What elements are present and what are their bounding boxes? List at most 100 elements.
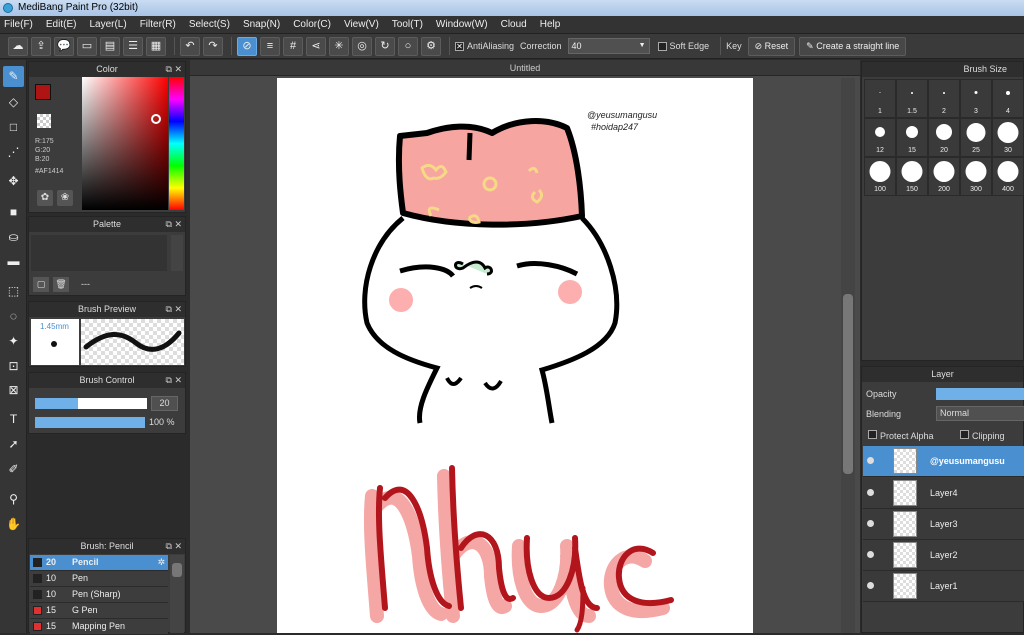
eye-icon[interactable] xyxy=(867,489,874,496)
eye-icon[interactable] xyxy=(867,582,874,589)
divide-tool-icon[interactable]: ✐ xyxy=(3,459,24,480)
brush-size-slider[interactable] xyxy=(35,398,147,409)
protect-alpha-option[interactable]: Protect Alpha xyxy=(868,430,934,441)
brush-item[interactable]: 20 Pencil ✲ xyxy=(30,555,168,571)
shape-tool-icon[interactable]: □ xyxy=(3,117,24,138)
snap-curve-icon[interactable]: ↻ xyxy=(375,36,395,56)
hand-tool-icon[interactable]: ✋ xyxy=(3,514,24,535)
brush-size-cell[interactable]: 2 xyxy=(928,79,960,118)
brush-size-cell[interactable]: 4 xyxy=(992,79,1024,118)
eye-icon[interactable] xyxy=(867,520,874,527)
snap-circle-icon[interactable]: ◎ xyxy=(352,36,372,56)
comment-icon[interactable]: 💬 xyxy=(54,36,74,56)
eyedropper-tool-icon[interactable]: ⚲ xyxy=(3,489,24,510)
gear-icon[interactable]: ✲ xyxy=(157,555,165,570)
menu-file[interactable]: File(F) xyxy=(4,19,33,30)
clipping-checkbox[interactable] xyxy=(960,430,969,439)
snap-ellipse-icon[interactable]: ○ xyxy=(398,36,418,56)
move-tool-icon[interactable]: ✥ xyxy=(3,171,24,192)
magic-wand-tool-icon[interactable]: ✦ xyxy=(3,331,24,352)
menu-cloud[interactable]: Cloud xyxy=(501,19,527,30)
panel-close-icon[interactable]: ⧉ ✕ xyxy=(166,62,182,77)
brush-size-cell[interactable]: 1 xyxy=(864,79,896,118)
palette-scrollbar[interactable] xyxy=(171,235,183,271)
menu-tool[interactable]: Tool(T) xyxy=(392,19,423,30)
snap-radial-icon[interactable]: ✳ xyxy=(329,36,349,56)
brush-size-cell[interactable]: 300 xyxy=(960,157,992,196)
color-wheel-icon[interactable]: ✿ xyxy=(37,190,53,206)
document-icon[interactable]: ▤ xyxy=(100,36,120,56)
select-pen-tool-icon[interactable]: ⊡ xyxy=(3,356,24,377)
brush-size-cell[interactable]: 100 xyxy=(864,157,896,196)
gradient-tool-icon[interactable]: ▬ xyxy=(3,251,24,272)
layer-row[interactable]: Layer4 xyxy=(863,478,1024,509)
brush-size-cell[interactable]: 12 xyxy=(864,118,896,157)
menu-select[interactable]: Select(S) xyxy=(189,19,230,30)
brush-item[interactable]: 10 Pen xyxy=(30,571,168,587)
panel-close-icon[interactable]: ⧉ ✕ xyxy=(166,217,182,232)
panel-close-icon[interactable]: ⧉ ✕ xyxy=(166,302,182,317)
brush-size-cell[interactable]: 200 xyxy=(928,157,960,196)
menu-layer[interactable]: Layer(L) xyxy=(89,19,126,30)
list-icon[interactable]: ☰ xyxy=(123,36,143,56)
snap-grid-icon[interactable]: # xyxy=(283,36,303,56)
hue-slider[interactable] xyxy=(169,77,184,210)
brush-list-scrollbar[interactable] xyxy=(170,555,184,633)
operation-tool-icon[interactable]: ➚ xyxy=(3,434,24,455)
layer-opacity-slider[interactable] xyxy=(936,388,1024,400)
layer-row[interactable]: Layer3 xyxy=(863,509,1024,540)
layer-row[interactable]: @yeusumangusu xyxy=(863,446,1024,477)
dot-tool-icon[interactable]: ⋰ xyxy=(3,142,24,163)
trash-icon[interactable]: 🗑 xyxy=(53,277,69,292)
snap-settings-icon[interactable]: ⚙ xyxy=(421,36,441,56)
brush-tool-icon[interactable]: ✎ xyxy=(3,66,24,87)
chat-icon[interactable]: ▭ xyxy=(77,36,97,56)
eraser-tool-icon[interactable]: ◇ xyxy=(3,92,24,113)
palette-mode-icon[interactable]: ❀ xyxy=(57,190,73,206)
straight-line-button[interactable]: ✎ Create a straight line xyxy=(799,36,907,56)
document-tab[interactable]: Untitled xyxy=(190,60,860,76)
blending-select[interactable]: Normal xyxy=(936,406,1024,421)
brush-size-cell[interactable]: 1.5 xyxy=(896,79,928,118)
antialiasing-checkbox[interactable]: ✕ xyxy=(455,41,464,51)
menu-help[interactable]: Help xyxy=(540,19,561,30)
protect-alpha-checkbox[interactable] xyxy=(868,430,877,439)
lasso-tool-icon[interactable]: ◌ xyxy=(3,306,24,327)
brush-size-cell[interactable]: 150 xyxy=(896,157,928,196)
brush-size-cell[interactable]: 30 xyxy=(992,118,1024,157)
redo-icon[interactable]: ↷ xyxy=(203,36,223,56)
brush-opacity-slider[interactable] xyxy=(35,417,145,428)
brush-size-cell[interactable]: 25 xyxy=(960,118,992,157)
menu-window[interactable]: Window(W) xyxy=(436,19,488,30)
menu-snap[interactable]: Snap(N) xyxy=(243,19,280,30)
bucket-tool-icon[interactable]: ⛀ xyxy=(3,227,24,248)
fill-rect-tool-icon[interactable]: ■ xyxy=(3,202,24,223)
brush-size-value[interactable]: 20 xyxy=(151,396,178,411)
brush-size-cell[interactable]: 15 xyxy=(896,118,928,157)
reset-button[interactable]: ⊘ Reset xyxy=(747,36,796,56)
menu-filter[interactable]: Filter(R) xyxy=(140,19,176,30)
snap-parallel-icon[interactable]: ≡ xyxy=(260,36,280,56)
menu-edit[interactable]: Edit(E) xyxy=(46,19,77,30)
text-tool-icon[interactable]: T xyxy=(3,409,24,430)
eye-icon[interactable] xyxy=(867,457,874,464)
menu-color[interactable]: Color(C) xyxy=(293,19,331,30)
brush-size-cell[interactable]: 3 xyxy=(960,79,992,118)
menu-view[interactable]: View(V) xyxy=(344,19,379,30)
select-rect-tool-icon[interactable]: ⬚ xyxy=(3,281,24,302)
undo-icon[interactable]: ↶ xyxy=(180,36,200,56)
brush-size-cell[interactable]: 20 xyxy=(928,118,960,157)
transparent-color-swatch[interactable] xyxy=(37,114,51,128)
select-eraser-tool-icon[interactable]: ⊠ xyxy=(3,380,24,401)
drawing-canvas[interactable]: @yeusumangusu #hoidap247 xyxy=(277,78,753,633)
snap-off-icon[interactable]: ⊘ xyxy=(237,36,257,56)
foreground-color-swatch[interactable] xyxy=(35,84,51,100)
canvas-scroll-thumb[interactable] xyxy=(843,294,853,474)
clipping-option[interactable]: Clipping xyxy=(960,430,1005,441)
new-page-icon[interactable]: ▢ xyxy=(33,277,49,292)
layer-row[interactable]: Layer1 xyxy=(863,571,1024,602)
brush-item[interactable]: 10 Pen (Sharp) xyxy=(30,587,168,603)
snap-vanish-icon[interactable]: ⋖ xyxy=(306,36,326,56)
panel-close-icon[interactable]: ⧉ ✕ xyxy=(166,539,182,554)
share-icon[interactable]: ⇪ xyxy=(31,36,51,56)
